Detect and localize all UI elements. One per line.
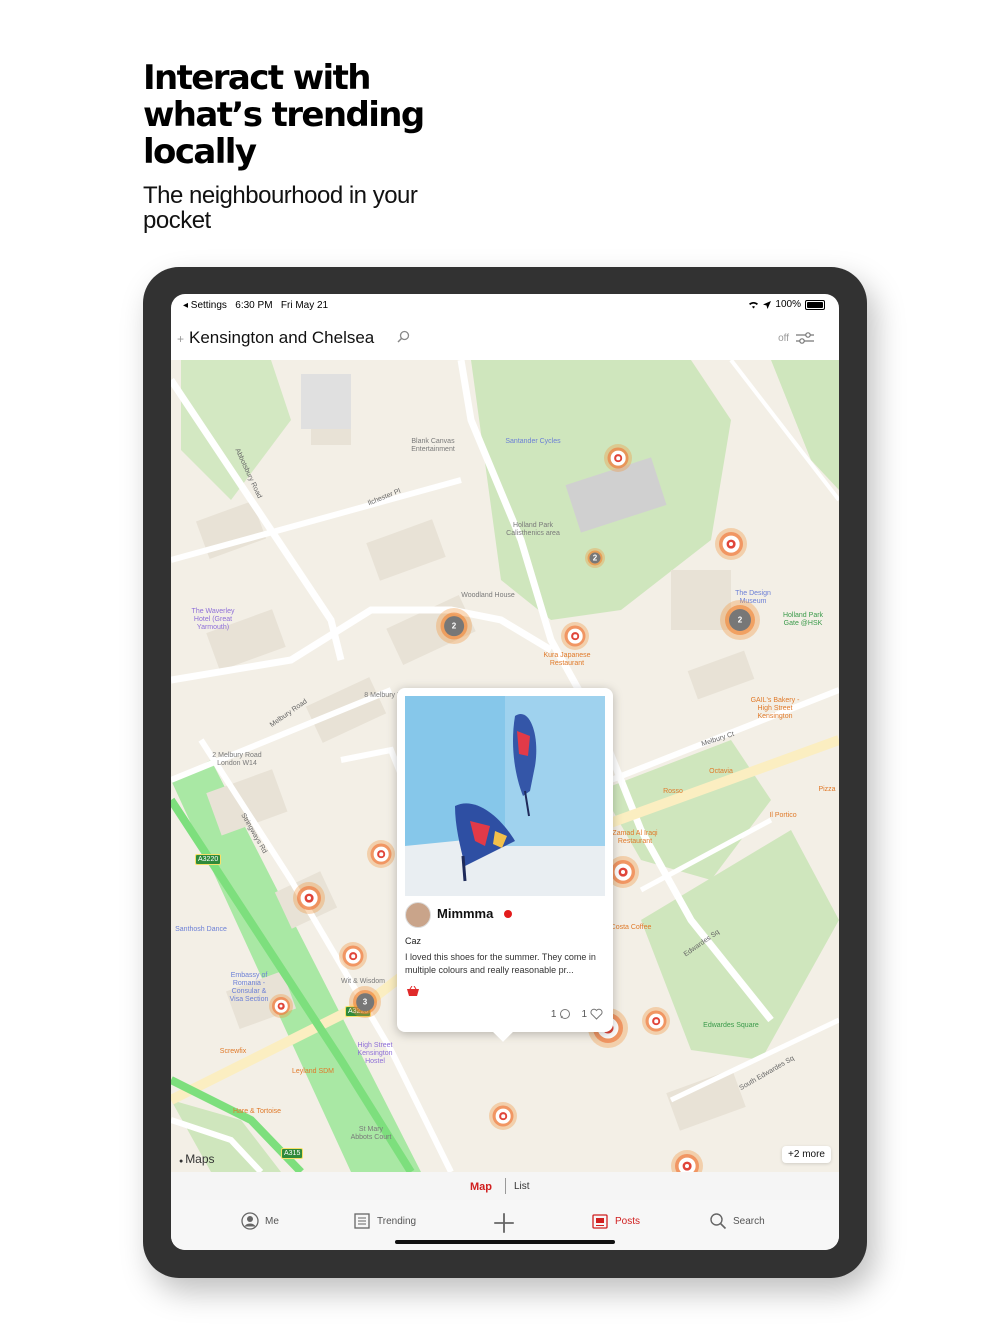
post-preview-card[interactable]: Mimmma Caz I loved this shoes for the su… xyxy=(397,688,613,1042)
tablet-frame: ◂ Settings 6:30 PM Fri May 21 100% + Ken… xyxy=(143,267,867,1278)
tab-posts[interactable]: Posts xyxy=(591,1212,640,1230)
tab-me-label: Me xyxy=(265,1215,279,1227)
location-header: + Kensington and Chelsea off xyxy=(171,316,839,361)
status-time: 6:30 PM xyxy=(235,300,273,311)
view-toggle: Map List xyxy=(171,1172,839,1201)
map-poi-label[interactable]: Leyland SDM xyxy=(292,1068,334,1076)
more-posts-badge[interactable]: +2 more xyxy=(782,1146,831,1163)
map-poi-label[interactable]: Zamad Al Iraqi Restaurant xyxy=(612,830,657,846)
map-poi-label[interactable]: Santhosh Dance xyxy=(175,926,227,934)
map-poi-label[interactable]: Il Portico xyxy=(769,812,796,820)
filter-state-label: off xyxy=(778,333,789,344)
tab-trending-label: Trending xyxy=(377,1215,417,1227)
battery-icon xyxy=(805,299,825,310)
post-stats: 1 1 xyxy=(551,1008,603,1020)
magnifier-icon xyxy=(710,1213,727,1230)
location-title[interactable]: Kensington and Chelsea xyxy=(189,328,374,348)
person-icon xyxy=(241,1212,259,1230)
map-poi-label[interactable]: Costa Coffee xyxy=(611,924,652,932)
user-avatar[interactable] xyxy=(405,902,431,928)
map-poi-label[interactable]: Screwfix xyxy=(220,1048,246,1056)
cluster-count: 2 xyxy=(592,553,598,563)
app-screen: ◂ Settings 6:30 PM Fri May 21 100% + Ken… xyxy=(171,294,839,1250)
map-poi-label[interactable]: Octavia xyxy=(709,768,733,776)
tab-search-label: Search xyxy=(733,1215,765,1227)
heart-icon[interactable] xyxy=(590,1008,603,1020)
promo-subhead: The neighbourhood in your pocket xyxy=(143,182,418,234)
shoes-image xyxy=(405,696,605,896)
status-bar: ◂ Settings 6:30 PM Fri May 21 100% xyxy=(171,294,839,316)
map-poi-label[interactable]: The Waverley Hotel (Great Yarmouth) xyxy=(192,608,235,632)
maps-attribution-text: Maps xyxy=(185,1152,215,1166)
tab-list-view[interactable]: List xyxy=(514,1181,530,1192)
map-poi-label[interactable]: St Mary Abbots Court xyxy=(351,1126,392,1142)
post-username[interactable]: Mimmma xyxy=(437,906,493,921)
newspaper-icon xyxy=(354,1213,370,1229)
map-poi-label[interactable]: Holland Park Gate @HSK xyxy=(783,612,823,628)
map-poi-label[interactable]: Woodland House xyxy=(461,592,515,600)
map-poi-label[interactable]: GAIL's Bakery - High Street Kensington xyxy=(751,697,800,721)
comment-count: 1 xyxy=(550,1008,557,1020)
road-shield: A3220 xyxy=(195,854,222,865)
tab-new-post[interactable] xyxy=(493,1212,515,1234)
post-photo[interactable] xyxy=(405,696,605,896)
add-location-button[interactable]: + xyxy=(177,332,184,346)
search-icon[interactable] xyxy=(397,330,410,343)
map-poi-label[interactable]: High Street Kensington Hostel xyxy=(357,1042,392,1066)
tab-me[interactable]: Me xyxy=(241,1212,279,1230)
cluster-count: 3 xyxy=(362,997,368,1007)
home-indicator[interactable] xyxy=(395,1240,615,1244)
map-poi-label[interactable]: Edwardes Square xyxy=(703,1022,759,1030)
map-poi-label[interactable]: Hare & Tortoise xyxy=(233,1108,281,1116)
status-left: ◂ Settings 6:30 PM Fri May 21 xyxy=(183,300,328,311)
shopping-basket-icon xyxy=(407,986,419,996)
comment-icon[interactable] xyxy=(559,1008,571,1020)
battery-percent: 100% xyxy=(775,299,801,310)
tab-map-view[interactable]: Map xyxy=(470,1181,492,1193)
filter-sliders-icon[interactable] xyxy=(795,331,815,345)
status-right: 100% xyxy=(748,299,825,310)
tab-posts-label: Posts xyxy=(615,1215,641,1227)
tab-search[interactable]: Search xyxy=(709,1212,765,1230)
wifi-icon xyxy=(749,301,759,309)
like-count: 1 xyxy=(581,1008,587,1020)
map-poi-label[interactable]: Pizza xyxy=(818,786,835,794)
map-poi-label[interactable]: Embassy of Romania - Consular & Visa Sectio… xyxy=(230,972,269,1004)
status-date: Fri May 21 xyxy=(280,300,329,311)
post-caption: I loved this shoes for the summer. They … xyxy=(405,952,596,975)
cluster-count: 2 xyxy=(737,615,743,625)
maps-attribution[interactable]: ● Maps xyxy=(179,1152,215,1166)
map-poi-label[interactable]: Blank Canvas Entertainment xyxy=(411,438,455,454)
tab-trending[interactable]: Trending xyxy=(353,1212,416,1230)
user-status-badge xyxy=(504,910,512,918)
map-poi-label[interactable]: Wit & Wisdom xyxy=(341,978,385,986)
plus-icon xyxy=(494,1213,514,1233)
toggle-divider xyxy=(505,1178,506,1194)
map-poi-label[interactable]: 2 Melbury Road London W14 xyxy=(212,752,261,768)
location-arrow-icon xyxy=(763,300,772,309)
road-shield: A315 xyxy=(281,1148,304,1159)
map-poi-label[interactable]: Rosso xyxy=(663,788,683,796)
back-to-settings-link[interactable]: ◂ Settings xyxy=(183,300,227,311)
map-poi-label[interactable]: Holland Park Calisthenics area xyxy=(506,522,560,538)
promo-headline: Interact with what’s trending locally xyxy=(143,58,425,172)
cluster-count: 2 xyxy=(451,621,457,631)
post-author: Caz xyxy=(405,936,422,946)
map-poi-label[interactable]: Santander Cycles xyxy=(505,438,560,446)
photo-stack-icon xyxy=(592,1214,608,1229)
map-poi-label[interactable]: Kura Japanese Restaurant xyxy=(543,652,590,668)
